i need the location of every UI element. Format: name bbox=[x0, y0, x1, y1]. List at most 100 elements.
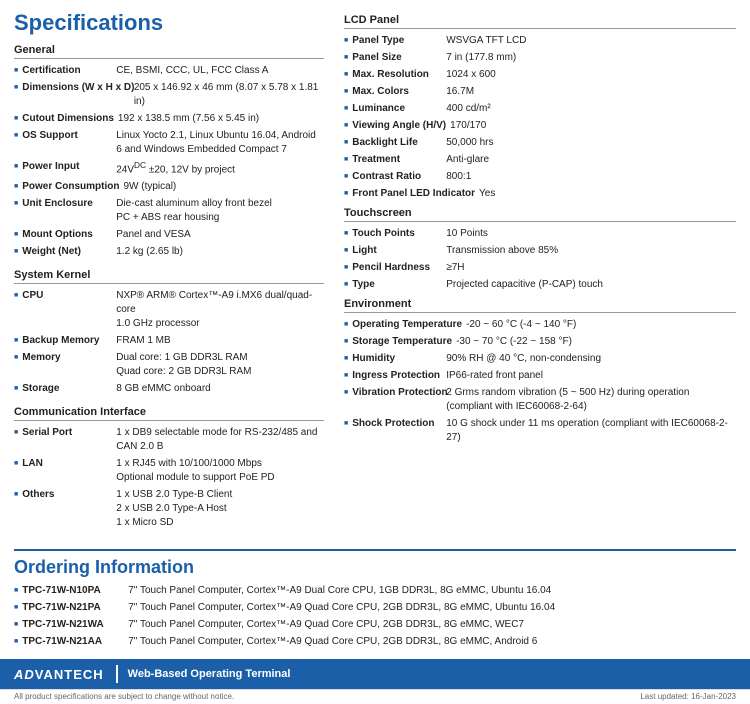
spec-value: Panel and VESA bbox=[116, 228, 191, 242]
order-part-number: TPC-71W-N21WA bbox=[22, 618, 122, 632]
spec-label: Ingress Protection bbox=[352, 369, 442, 383]
spec-value: 1.2 kg (2.65 lb) bbox=[116, 245, 183, 259]
spec-value: 10 G shock under 11 ms operation (compli… bbox=[446, 417, 736, 445]
footer-last-updated: Last updated: 16-Jan-2023 bbox=[640, 692, 736, 701]
environment-list: Operating Temperature -20 ~ 60 °C (-4 ~ … bbox=[344, 318, 736, 445]
order-description: 7" Touch Panel Computer, Cortex™-A9 Quad… bbox=[128, 635, 537, 649]
spec-value: 2 Grms random vibration (5 ~ 500 Hz) dur… bbox=[446, 386, 736, 414]
list-item: Touch Points 10 Points bbox=[344, 227, 736, 241]
logo-vantech: VANTECH bbox=[35, 667, 104, 682]
spec-value: 205 x 146.92 x 46 mm (8.07 x 5.78 x 1.81… bbox=[134, 81, 324, 109]
list-item: Mount Options Panel and VESA bbox=[14, 228, 324, 242]
spec-value: 9W (typical) bbox=[123, 180, 176, 194]
ordering-list: TPC-71W-N10PA 7" Touch Panel Computer, C… bbox=[14, 584, 736, 649]
spec-label: Dimensions (W x H x D) bbox=[22, 81, 130, 109]
spec-value: 1 x RJ45 with 10/100/1000 MbpsOptional m… bbox=[116, 457, 274, 485]
list-item: Operating Temperature -20 ~ 60 °C (-4 ~ … bbox=[344, 318, 736, 332]
logo-ad: AD bbox=[14, 667, 35, 682]
footer-disclaimer: All product specifications are subject t… bbox=[14, 692, 234, 701]
list-item: Weight (Net) 1.2 kg (2.65 lb) bbox=[14, 245, 324, 259]
list-item: Luminance 400 cd/m² bbox=[344, 102, 736, 116]
spec-label: Type bbox=[352, 278, 442, 292]
spec-label: Certification bbox=[22, 64, 112, 78]
order-description: 7" Touch Panel Computer, Cortex™-A9 Quad… bbox=[128, 601, 555, 615]
spec-value: IP66-rated front panel bbox=[446, 369, 543, 383]
spec-value: 7 in (177.8 mm) bbox=[446, 51, 516, 65]
spec-value: 170/170 bbox=[450, 119, 486, 133]
list-item: Storage 8 GB eMMC onboard bbox=[14, 382, 324, 396]
list-item: Type Projected capacitive (P-CAP) touch bbox=[344, 278, 736, 292]
list-item: Memory Dual core: 1 GB DDR3L RAMQuad cor… bbox=[14, 351, 324, 379]
list-item: Backup Memory FRAM 1 MB bbox=[14, 334, 324, 348]
list-item: CPU NXP® ARM® Cortex™-A9 i.MX6 dual/quad… bbox=[14, 289, 324, 331]
spec-label: Unit Enclosure bbox=[22, 197, 112, 225]
spec-label: Mount Options bbox=[22, 228, 112, 242]
spec-value: 24VDC ±20, 12V by project bbox=[116, 160, 235, 177]
spec-label: LAN bbox=[22, 457, 112, 485]
touchscreen-list: Touch Points 10 Points Light Transmissio… bbox=[344, 227, 736, 292]
ordering-title: Ordering Information bbox=[14, 557, 736, 578]
footer-tagline: Web-Based Operating Terminal bbox=[128, 668, 291, 680]
spec-label: Others bbox=[22, 488, 112, 530]
list-item: TPC-71W-N10PA 7" Touch Panel Computer, C… bbox=[14, 584, 736, 598]
list-item: Cutout Dimensions 192 x 138.5 mm (7.56 x… bbox=[14, 112, 324, 126]
spec-label: Panel Type bbox=[352, 34, 442, 48]
list-item: Front Panel LED Indicator Yes bbox=[344, 187, 736, 201]
spec-value: -30 ~ 70 °C (-22 ~ 158 °F) bbox=[456, 335, 572, 349]
order-description: 7" Touch Panel Computer, Cortex™-A9 Quad… bbox=[128, 618, 524, 632]
spec-value: FRAM 1 MB bbox=[116, 334, 170, 348]
general-list: Certification CE, BSMI, CCC, UL, FCC Cla… bbox=[14, 64, 324, 259]
list-item: Backlight Life 50,000 hrs bbox=[344, 136, 736, 150]
spec-value: WSVGA TFT LCD bbox=[446, 34, 526, 48]
touchscreen-heading: Touchscreen bbox=[344, 207, 736, 222]
list-item: Contrast Ratio 800:1 bbox=[344, 170, 736, 184]
list-item: TPC-71W-N21WA 7" Touch Panel Computer, C… bbox=[14, 618, 736, 632]
spec-label: Backup Memory bbox=[22, 334, 112, 348]
order-part-number: TPC-71W-N21AA bbox=[22, 635, 122, 649]
spec-label: Panel Size bbox=[352, 51, 442, 65]
list-item: Dimensions (W x H x D) 205 x 146.92 x 46… bbox=[14, 81, 324, 109]
spec-label: Humidity bbox=[352, 352, 442, 366]
spec-label: Memory bbox=[22, 351, 112, 379]
spec-label: CPU bbox=[22, 289, 112, 331]
spec-label: Viewing Angle (H/V) bbox=[352, 119, 446, 133]
list-item: Unit Enclosure Die-cast aluminum alloy f… bbox=[14, 197, 324, 225]
spec-label: Pencil Hardness bbox=[352, 261, 442, 275]
spec-value: 50,000 hrs bbox=[446, 136, 493, 150]
system-kernel-list: CPU NXP® ARM® Cortex™-A9 i.MX6 dual/quad… bbox=[14, 289, 324, 396]
list-item: Humidity 90% RH @ 40 °C, non-condensing bbox=[344, 352, 736, 366]
spec-label: Cutout Dimensions bbox=[22, 112, 114, 126]
spec-value: 800:1 bbox=[446, 170, 471, 184]
list-item: OS Support Linux Yocto 2.1, Linux Ubuntu… bbox=[14, 129, 324, 157]
list-item: Max. Resolution 1024 x 600 bbox=[344, 68, 736, 82]
list-item: Light Transmission above 85% bbox=[344, 244, 736, 258]
order-description: 7" Touch Panel Computer, Cortex™-A9 Dual… bbox=[128, 584, 551, 598]
list-item: Certification CE, BSMI, CCC, UL, FCC Cla… bbox=[14, 64, 324, 78]
list-item: Vibration Protection 2 Grms random vibra… bbox=[344, 386, 736, 414]
spec-value: Yes bbox=[479, 187, 495, 201]
right-column: LCD Panel Panel Type WSVGA TFT LCD Panel… bbox=[344, 10, 736, 533]
list-item: Others 1 x USB 2.0 Type-B Client2 x USB … bbox=[14, 488, 324, 530]
communication-heading: Communication Interface bbox=[14, 406, 324, 421]
spec-label: Storage bbox=[22, 382, 112, 396]
environment-heading: Environment bbox=[344, 298, 736, 313]
spec-value: Linux Yocto 2.1, Linux Ubuntu 16.04, And… bbox=[116, 129, 324, 157]
spec-value: 400 cd/m² bbox=[446, 102, 490, 116]
spec-value: 1024 x 600 bbox=[446, 68, 496, 82]
spec-label: Vibration Protection bbox=[352, 386, 442, 414]
lcd-section: LCD Panel Panel Type WSVGA TFT LCD Panel… bbox=[344, 14, 736, 201]
list-item: LAN 1 x RJ45 with 10/100/1000 MbpsOption… bbox=[14, 457, 324, 485]
spec-value: 8 GB eMMC onboard bbox=[116, 382, 211, 396]
footer-bottom: All product specifications are subject t… bbox=[0, 689, 750, 704]
spec-label: Touch Points bbox=[352, 227, 442, 241]
footer-divider bbox=[116, 665, 118, 683]
order-part-number: TPC-71W-N21PA bbox=[22, 601, 122, 615]
spec-value: 1 x USB 2.0 Type-B Client2 x USB 2.0 Typ… bbox=[116, 488, 232, 530]
list-item: Viewing Angle (H/V) 170/170 bbox=[344, 119, 736, 133]
list-item: TPC-71W-N21AA 7" Touch Panel Computer, C… bbox=[14, 635, 736, 649]
list-item: Max. Colors 16.7M bbox=[344, 85, 736, 99]
communication-list: Serial Port 1 x DB9 selectable mode for … bbox=[14, 426, 324, 530]
list-item: TPC-71W-N21PA 7" Touch Panel Computer, C… bbox=[14, 601, 736, 615]
spec-value: Die-cast aluminum alloy front bezelPC + … bbox=[116, 197, 272, 225]
spec-value: 192 x 138.5 mm (7.56 x 5.45 in) bbox=[118, 112, 259, 126]
